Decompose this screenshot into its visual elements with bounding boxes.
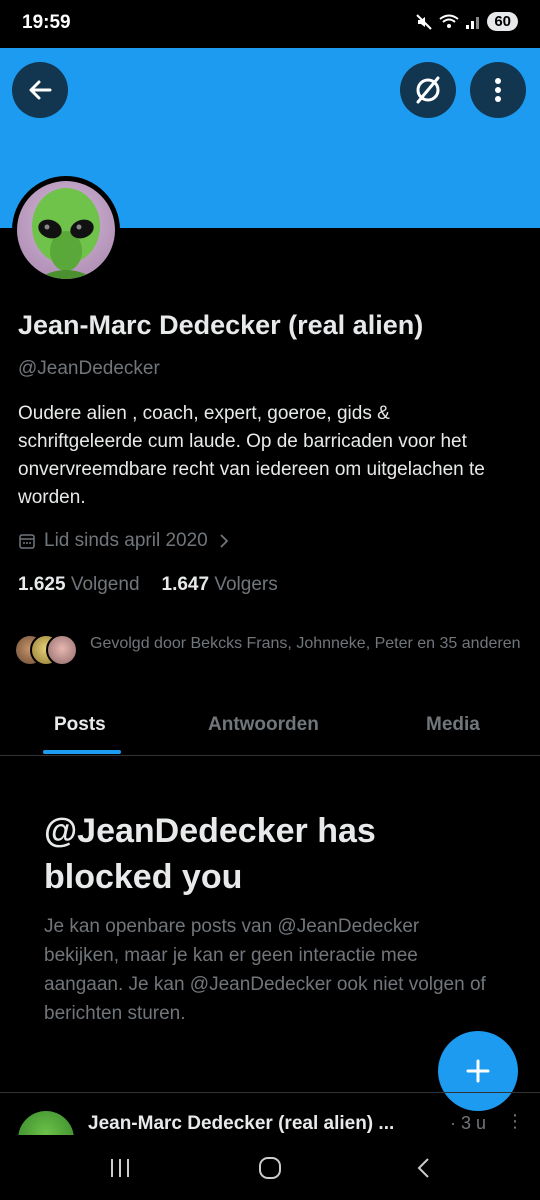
post-more-icon[interactable]: ⋮ xyxy=(506,1111,524,1132)
grok-button[interactable] xyxy=(400,62,456,118)
joined-date[interactable]: Lid sinds april 2020 xyxy=(18,530,232,552)
followers-link[interactable]: 1.647 Volgers xyxy=(162,574,278,596)
post-item[interactable]: Jean-Marc Dedecker (real alien) ... · 3 … xyxy=(0,1093,540,1135)
back-nav-button[interactable] xyxy=(404,1153,444,1183)
tab-media[interactable]: Media xyxy=(426,714,480,736)
follower-avatar xyxy=(46,634,78,666)
blocked-title: @JeanDedecker has blocked you xyxy=(44,812,376,896)
chevron-right-icon xyxy=(220,534,228,548)
blocked-message: Je kan openbare posts van @JeanDedecker … xyxy=(44,916,486,1024)
active-tab-indicator xyxy=(43,750,121,754)
more-options-button[interactable] xyxy=(470,62,526,118)
profile-tabs: Posts Antwoorden Media xyxy=(0,696,540,756)
followed-by-text: Gevolgd door Bekcks Frans, Johnneke, Pet… xyxy=(90,635,521,652)
signal-icon xyxy=(466,16,480,29)
following-count: 1.625 xyxy=(18,574,66,595)
back-button[interactable] xyxy=(12,62,68,118)
post-author-avatar[interactable] xyxy=(18,1111,74,1135)
profile-name: Jean-Marc Dedecker (real alien) xyxy=(18,310,424,340)
battery-indicator: 60 xyxy=(487,12,518,31)
profile-bio: Oudere alien , coach, expert, goeroe, gi… xyxy=(18,403,485,508)
wifi-icon xyxy=(439,14,459,28)
recent-apps-icon xyxy=(111,1159,129,1177)
arrow-left-icon xyxy=(29,80,52,100)
followers-count: 1.647 xyxy=(161,574,210,595)
post-time: · 3 u xyxy=(450,1113,487,1133)
joined-text: Lid sinds april 2020 xyxy=(44,530,208,551)
calendar-icon xyxy=(19,534,35,549)
alien-avatar-image xyxy=(17,181,115,279)
mute-icon xyxy=(416,13,433,30)
following-link[interactable]: 1.625 Volgend xyxy=(18,574,140,596)
noun-disabled-icon xyxy=(416,76,440,104)
status-bar: 19:59 60 xyxy=(0,0,540,48)
tab-posts[interactable]: Posts xyxy=(54,714,106,736)
plus-icon xyxy=(466,1059,490,1083)
home-icon xyxy=(259,1157,281,1179)
more-vertical-icon xyxy=(495,78,501,102)
followers-label: Volgers xyxy=(214,574,278,595)
system-navigation-bar xyxy=(0,1135,540,1200)
profile-avatar[interactable] xyxy=(12,176,120,284)
home-button[interactable] xyxy=(250,1153,290,1183)
recent-apps-button[interactable] xyxy=(100,1153,140,1183)
status-icons: 60 xyxy=(415,12,518,31)
status-time: 19:59 xyxy=(22,12,71,33)
profile-handle: @JeanDedecker xyxy=(18,358,160,379)
back-nav-icon xyxy=(417,1158,429,1178)
tab-antwoorden[interactable]: Antwoorden xyxy=(208,714,319,736)
followed-by[interactable]: Gevolgd door Bekcks Frans, Johnneke, Pet… xyxy=(14,632,530,668)
post-author-name[interactable]: Jean-Marc Dedecker (real alien) ... xyxy=(88,1113,394,1135)
follower-avatars xyxy=(14,632,80,668)
following-label: Volgend xyxy=(70,574,140,595)
follow-counts: 1.625 Volgend 1.647 Volgers xyxy=(18,574,278,596)
